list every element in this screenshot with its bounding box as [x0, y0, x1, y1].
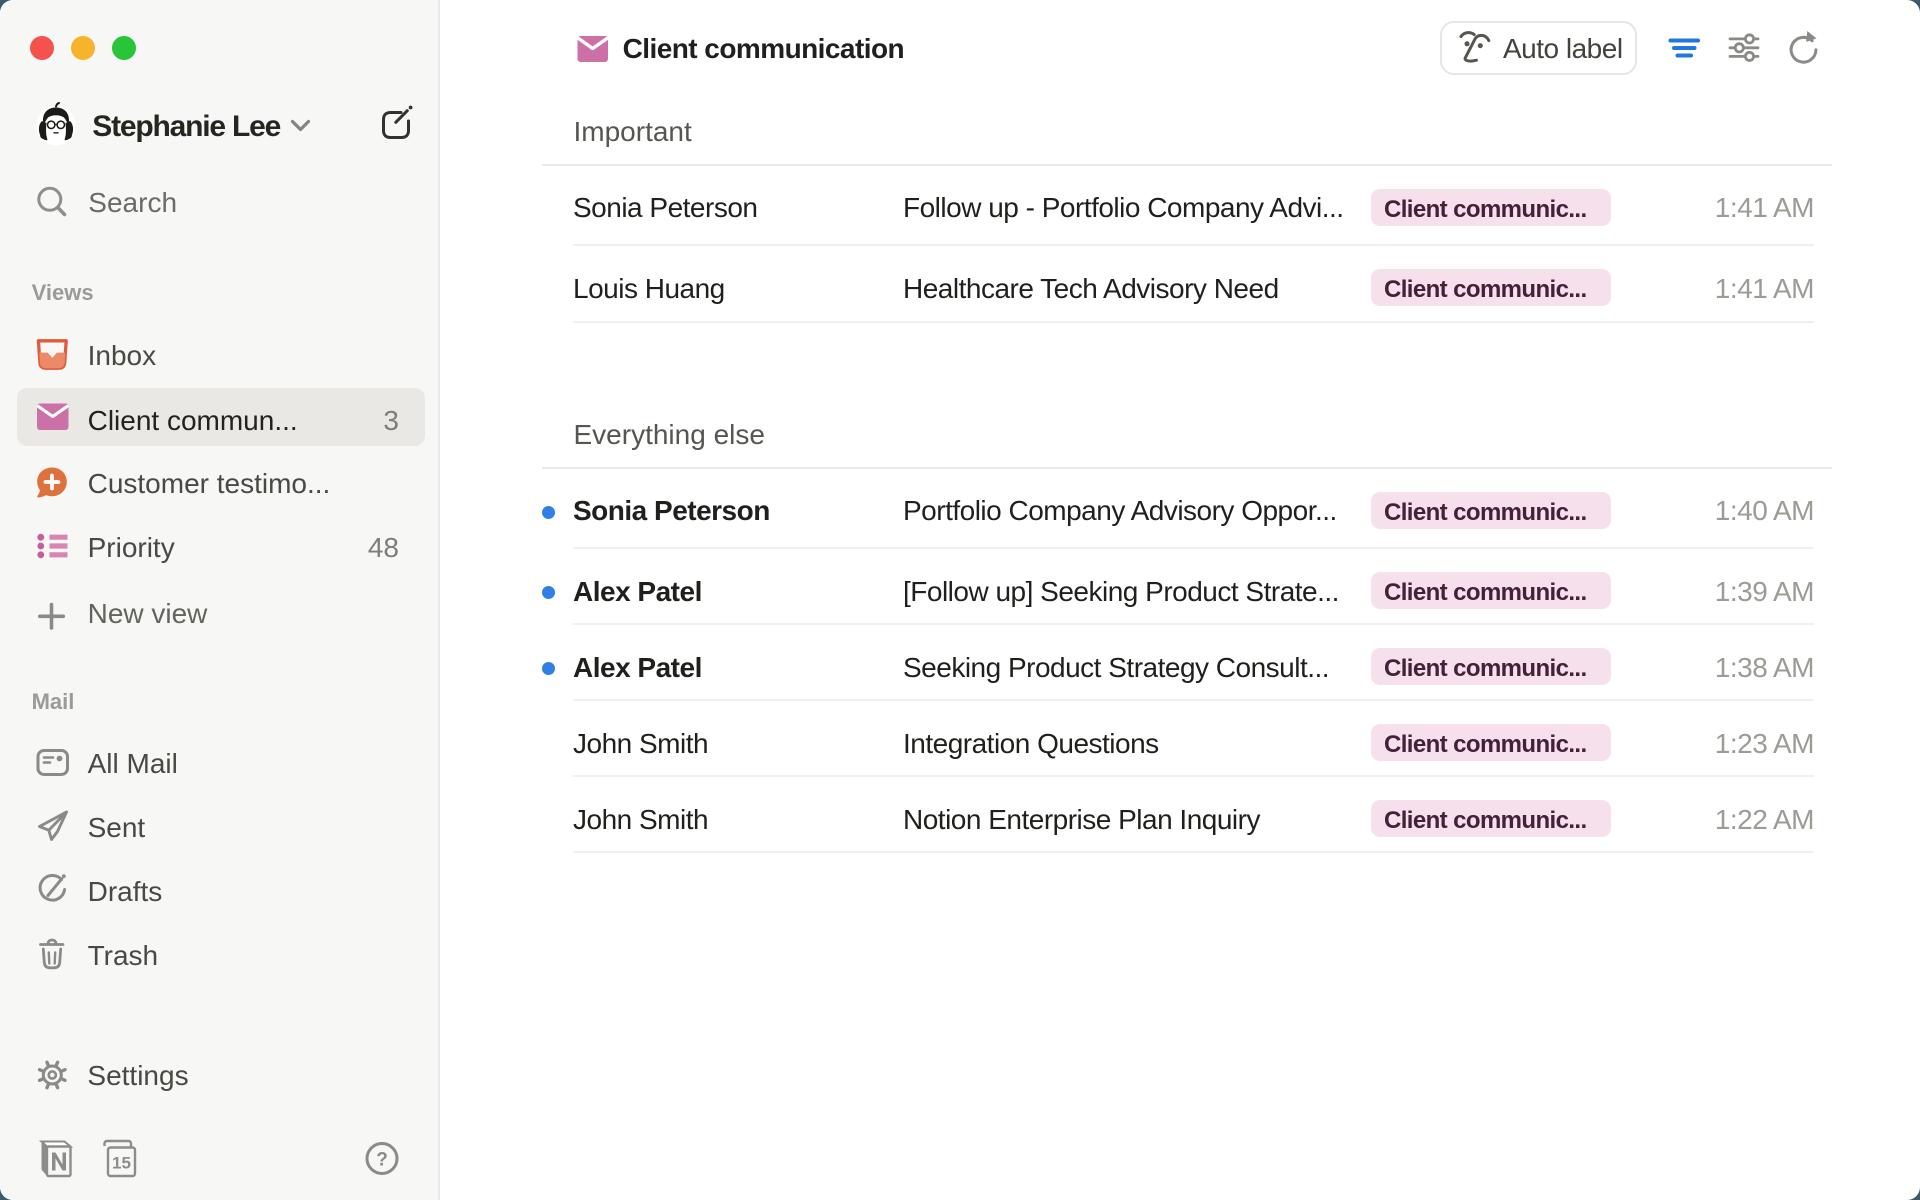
- svg-text:?: ?: [376, 1150, 388, 1171]
- svg-text:15: 15: [112, 1154, 131, 1173]
